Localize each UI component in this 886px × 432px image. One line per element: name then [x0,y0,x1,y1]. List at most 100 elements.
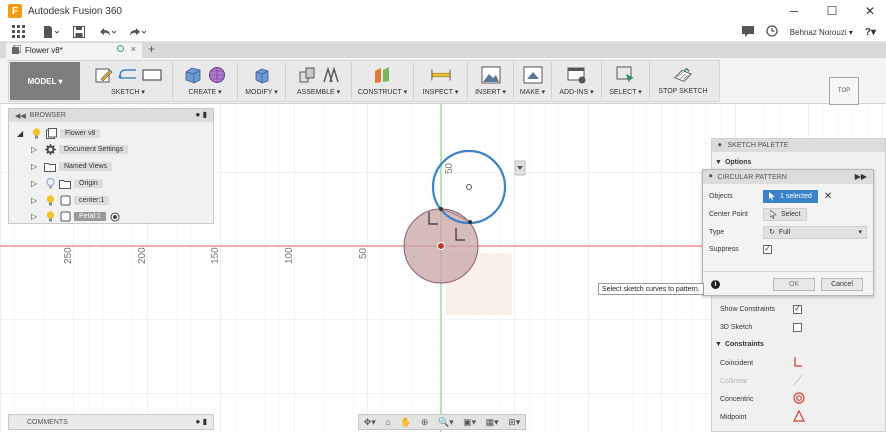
clear-selection-icon[interactable]: ✕ [824,191,832,202]
toolbar-group-make[interactable]: MAKE ▾ [514,62,552,100]
rectangle-tool-icon[interactable] [142,65,162,85]
toolbar-group-add-ins[interactable]: ADD-INS ▾ [552,62,602,100]
tree-item-center-sketch[interactable]: ▷ center:1 [31,193,110,208]
look-at-icon[interactable]: ⌂ [385,417,390,427]
undo-icon[interactable] [92,22,122,42]
view-cube[interactable]: TOP [829,77,859,105]
toolbar-group-assemble[interactable]: ASSEMBLE ▾ [286,62,352,100]
help-icon[interactable]: ?▾ [865,27,876,38]
dialog-pin-icon[interactable]: ⏺ [709,173,713,181]
info-icon[interactable]: i [711,280,720,289]
toolbar-group-construct[interactable]: CONSTRUCT ▾ [352,62,414,100]
viewports-icon[interactable]: ⊞▾ [508,417,520,428]
redo-icon[interactable] [122,22,152,42]
workspace-mode-button[interactable]: MODEL ▾ [10,62,80,100]
browser-header[interactable]: ◀◀ BROWSER ● ▮ [9,109,213,122]
extrude-box-icon[interactable] [183,65,203,85]
toolbar-group-insert[interactable]: INSERT ▾ [468,62,514,100]
circular-pattern-header[interactable]: ⏺ CIRCULAR PATTERN ▶▶ [703,170,873,184]
toolbar-group-stop-sketch[interactable]: STOP SKETCH [650,62,716,100]
visibility-bulb-icon[interactable] [44,195,56,206]
grid-settings-icon[interactable]: ▦▾ [486,417,499,428]
pattern-type-select[interactable]: ↻ Full ▾ [763,225,867,239]
constraints-section-header[interactable]: ▼ Constraints [712,338,764,351]
toolbar-group-select[interactable]: SELECT ▾ [602,62,650,100]
dialog-expand-icon[interactable]: ▶▶ [855,172,867,181]
stop-sketch-icon[interactable] [673,65,693,85]
intersection-point[interactable] [468,220,472,224]
coincident-constraint-icon[interactable] [793,356,803,370]
activate-component-radio-icon[interactable] [109,211,121,222]
expand-arrow-icon[interactable]: ▷ [31,196,41,205]
expand-arrow-icon[interactable]: ▷ [31,179,41,188]
display-settings-icon[interactable]: ▣▾ [463,417,476,428]
collapse-panel-icon[interactable]: ◀◀ [15,112,26,120]
sketch-palette-header[interactable]: ⏺ SKETCH PALETTE [712,139,885,152]
cancel-button[interactable]: Cancel [821,278,863,291]
midpoint-constraint-icon[interactable] [793,409,805,424]
concentric-constraint-icon[interactable] [793,392,805,406]
tree-item-origin[interactable]: ▷ Origin [31,176,103,191]
offset-plane-icon[interactable] [373,65,393,85]
expand-arrow-icon[interactable]: ▷ [31,145,41,154]
expand-arrow-icon[interactable]: ▷ [31,162,41,171]
suppress-checkbox[interactable]: ✓ [763,244,772,254]
toolbar-group-modify[interactable]: MODIFY ▾ [238,62,286,100]
job-status-clock-icon[interactable] [766,25,778,39]
tree-item-document-settings[interactable]: ▷ Document Settings [31,142,129,157]
create-sketch-icon[interactable] [94,65,114,85]
show-constraints-checkbox[interactable]: ✓ [793,304,802,314]
press-pull-icon[interactable] [252,65,272,85]
line-tool-icon[interactable] [118,65,138,85]
intersection-point[interactable] [439,207,443,211]
new-component-icon[interactable] [297,65,317,85]
close-tab-icon[interactable]: × [131,44,136,54]
tree-item-root[interactable]: ◢ Flower v8 [17,126,101,141]
3d-print-icon[interactable] [523,65,543,85]
comments-header-icons[interactable]: ● ▮ [196,417,207,426]
save-icon[interactable] [66,22,92,42]
data-panel-grid-icon[interactable] [0,22,36,42]
select-cursor-icon[interactable] [616,65,636,85]
petal-center-point[interactable] [466,184,472,190]
tree-item-petal-sketch[interactable]: ▷ Petal:1 [31,209,121,224]
palette-collapse-icon[interactable]: ⏺ [718,142,722,150]
center-point-select-button[interactable]: Select [763,207,808,221]
sphere-mesh-icon[interactable] [207,65,227,85]
objects-selection-button[interactable]: 1 selected [763,189,818,203]
maximize-button[interactable]: ☐ [826,4,838,18]
options-section-header[interactable]: ▼ Options [712,156,885,169]
orbit-icon[interactable]: ✥▾ [364,417,376,428]
measure-icon[interactable] [430,65,451,85]
close-button[interactable]: ✕ [864,4,876,18]
toolbar-group-sketch[interactable]: SKETCH ▾ [84,62,173,100]
fit-zoom-icon[interactable]: 🔍▾ [438,417,454,428]
3d-sketch-checkbox[interactable] [793,322,802,332]
ok-button[interactable]: OK [773,278,815,291]
tree-item-named-views[interactable]: ▷ Named Views [31,159,113,174]
visibility-bulb-icon[interactable] [30,128,42,139]
expand-arrow-icon[interactable]: ▷ [31,212,41,221]
new-tab-button[interactable]: + [148,42,155,56]
user-account-menu[interactable]: Behnaz Norouzi ▾ [790,28,853,37]
notifications-icon[interactable] [741,25,754,39]
comments-panel[interactable]: COMMENTS ● ▮ [8,414,214,430]
sketch-origin-point[interactable] [437,242,445,250]
constraint-midpoint-row[interactable]: Midpoint [720,409,805,425]
file-menu-icon[interactable] [36,22,66,42]
visibility-bulb-off-icon[interactable] [44,178,56,189]
joint-icon[interactable] [321,65,341,85]
minimize-button[interactable]: ─ [788,4,800,18]
pan-hand-icon[interactable]: ✋ [400,417,411,428]
document-tab[interactable]: Flower v8* × [6,43,142,58]
scripts-add-ins-icon[interactable] [567,65,587,85]
visibility-bulb-icon[interactable] [44,211,56,222]
expand-arrow-icon[interactable]: ◢ [17,129,27,138]
toolbar-group-inspect[interactable]: INSPECT ▾ [414,62,468,100]
zoom-icon[interactable]: ⊕ [421,417,429,428]
toolbar-group-create[interactable]: CREATE ▾ [173,62,238,100]
constraint-concentric-row[interactable]: Concentric [720,391,805,407]
insert-image-icon[interactable] [481,65,501,85]
constraint-coincident-row[interactable]: Coincident [720,355,802,371]
browser-header-icons[interactable]: ● ▮ [196,110,207,119]
